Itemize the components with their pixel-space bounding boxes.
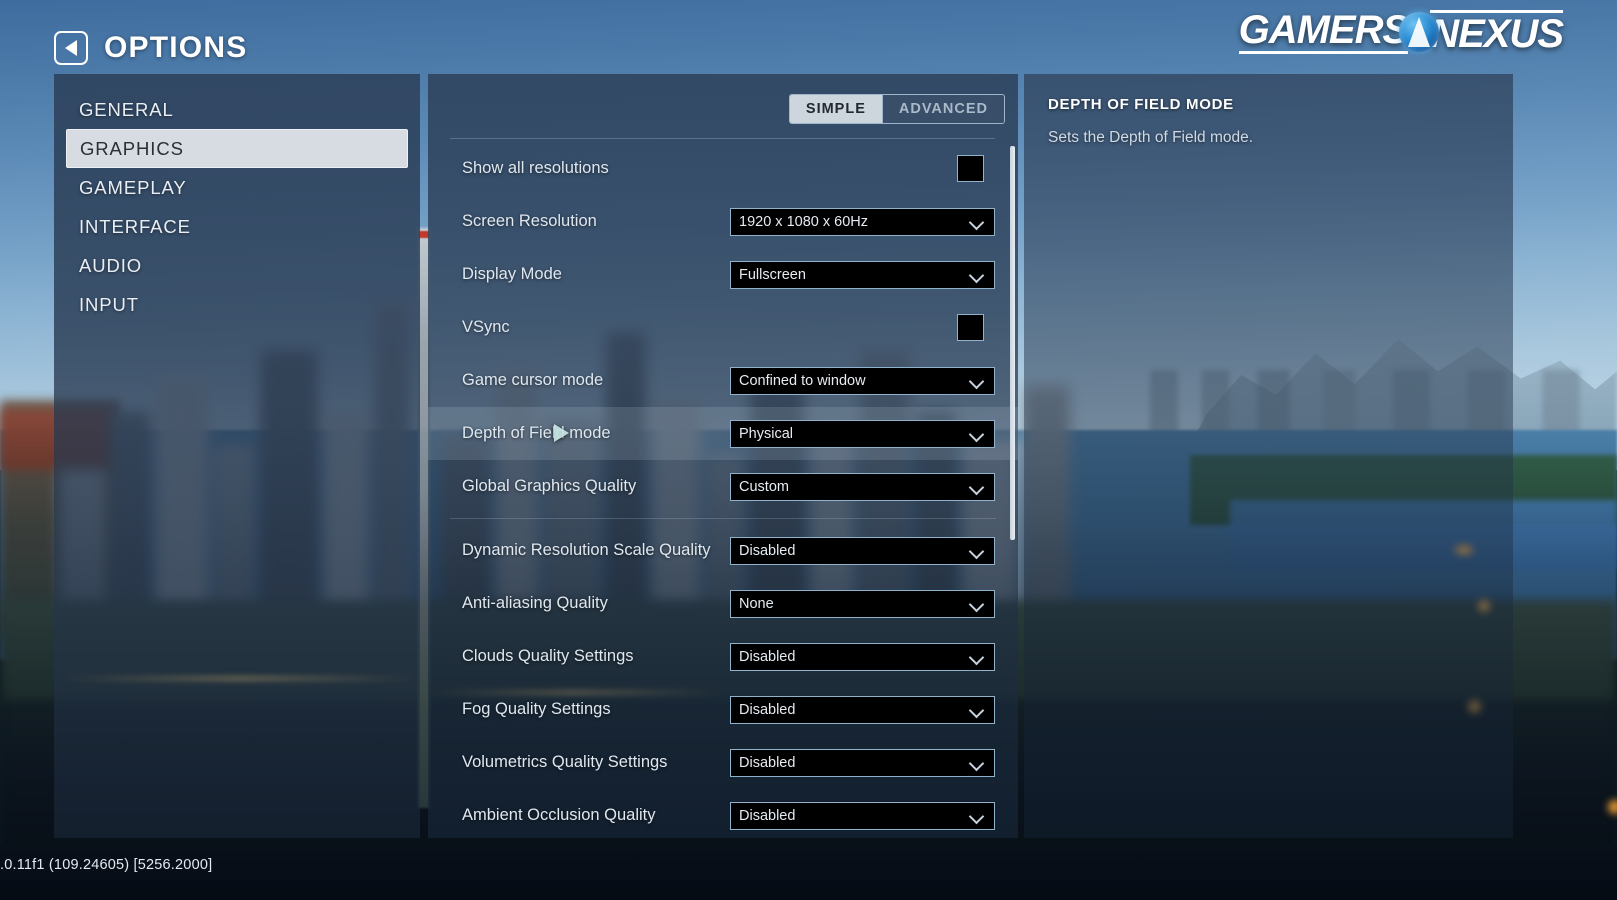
sidebar-item-label: INPUT <box>79 293 139 315</box>
setting-label: Dynamic Resolution Scale Quality <box>462 541 711 559</box>
sidebar-item-label: AUDIO <box>79 254 143 276</box>
dropdown-value: Custom <box>739 478 789 495</box>
info-panel-description: Sets the Depth of Field mode. <box>1048 129 1254 146</box>
setting-dropdown[interactable]: 1920 x 1080 x 60Hz <box>730 207 995 236</box>
setting-row[interactable]: Fog Quality Settings Disabled <box>428 683 1018 736</box>
setting-label: Anti-aliasing Quality <box>462 594 608 612</box>
sidebar-item-label: GAMEPLAY <box>79 176 187 198</box>
setting-label: Ambient Occlusion Quality <box>462 806 656 824</box>
setting-dropdown[interactable]: Disabled <box>730 748 995 777</box>
setting-dropdown[interactable]: Physical <box>730 419 995 448</box>
setting-dropdown[interactable]: None <box>730 589 995 618</box>
back-triangle-icon <box>65 40 77 56</box>
setting-row[interactable]: VSync <box>428 301 1018 354</box>
sidebar-item-label: GRAPHICS <box>80 137 184 159</box>
status-bar: .0.11f1 (109.24605) [5256.2000] <box>0 845 1617 900</box>
setting-row[interactable]: Ambient Occlusion Quality Disabled <box>428 789 1018 838</box>
setting-row[interactable]: Volumetrics Quality Settings Disabled <box>428 736 1018 789</box>
dropdown-value: Disabled <box>739 542 796 559</box>
setting-label: Depth of Field mode <box>462 424 611 442</box>
chevron-down-icon <box>968 479 985 495</box>
top-separator <box>450 138 995 139</box>
chevron-down-icon <box>968 755 985 771</box>
sidebar-item-label: INTERFACE <box>79 215 191 237</box>
dropdown-value: Disabled <box>739 754 796 771</box>
tab-simple[interactable]: SIMPLE <box>789 95 882 123</box>
setting-row[interactable]: Show all resolutions <box>428 142 1018 195</box>
row-separator <box>450 518 996 519</box>
setting-row[interactable]: Game cursor mode Confined to window <box>428 354 1018 407</box>
info-panel: DEPTH OF FIELD MODE Sets the Depth of Fi… <box>1024 74 1513 838</box>
sidebar-item-input[interactable]: INPUT <box>66 285 408 324</box>
chevron-down-icon <box>968 596 985 612</box>
setting-row[interactable]: Depth of Field mode Physical <box>428 407 1018 460</box>
chevron-down-icon <box>968 543 985 559</box>
chevron-down-icon <box>968 214 985 230</box>
setting-row[interactable]: Dynamic Resolution Scale Quality Disabled <box>428 524 1018 577</box>
setting-label: Clouds Quality Settings <box>462 647 634 665</box>
setting-label: Global Graphics Quality <box>462 477 637 495</box>
logo-word-gamers: GAMERS <box>1238 8 1409 54</box>
chevron-down-icon <box>968 426 985 442</box>
dropdown-value: Confined to window <box>739 372 866 389</box>
chevron-down-icon <box>968 267 985 283</box>
checkbox-wrapper <box>957 155 995 182</box>
chevron-down-icon <box>968 649 985 665</box>
setting-row[interactable]: Anti-aliasing Quality None <box>428 577 1018 630</box>
setting-checkbox[interactable] <box>957 314 984 341</box>
dropdown-value: Physical <box>739 425 793 442</box>
dropdown-value: 1920 x 1080 x 60Hz <box>739 213 868 230</box>
setting-label: Fog Quality Settings <box>462 700 611 718</box>
setting-dropdown[interactable]: Confined to window <box>730 366 995 395</box>
build-version-text: .0.11f1 (109.24605) [5256.2000] <box>0 857 213 873</box>
page-title: OPTIONS <box>104 31 248 64</box>
setting-row[interactable]: Screen Resolution 1920 x 1080 x 60Hz <box>428 195 1018 248</box>
setting-row[interactable]: Clouds Quality Settings Disabled <box>428 630 1018 683</box>
chevron-down-icon <box>968 373 985 389</box>
info-panel-title: DEPTH OF FIELD MODE <box>1048 96 1234 113</box>
setting-dropdown[interactable]: Custom <box>730 472 995 501</box>
setting-label: Game cursor mode <box>462 371 604 389</box>
setting-dropdown[interactable]: Disabled <box>730 695 995 724</box>
page-header: OPTIONS <box>54 31 247 65</box>
setting-label: VSync <box>462 318 510 336</box>
settings-panel: SIMPLE ADVANCED Show all resolutions Scree… <box>428 74 1018 838</box>
setting-label: Display Mode <box>462 265 562 283</box>
back-button[interactable] <box>54 31 88 65</box>
setting-label: Screen Resolution <box>462 212 597 230</box>
gamers-nexus-logo: GAMERS NEXUS <box>1238 8 1564 56</box>
setting-row[interactable]: Global Graphics Quality Custom <box>428 460 1018 513</box>
setting-checkbox[interactable] <box>957 155 984 182</box>
mode-tab-group: SIMPLE ADVANCED <box>788 94 1005 124</box>
settings-rows: Show all resolutions Screen Resolution 192… <box>428 142 1018 838</box>
options-sidebar: GENERAL GRAPHICS GAMEPLAY INTERFACE AUDIO INP… <box>54 74 420 838</box>
setting-dropdown[interactable]: Disabled <box>730 642 995 671</box>
settings-scrollbar-thumb[interactable] <box>1010 146 1015 540</box>
dropdown-value: Fullscreen <box>739 266 806 283</box>
logo-word-nexus: NEXUS <box>1430 10 1564 56</box>
sidebar-item-interface[interactable]: INTERFACE <box>66 207 408 246</box>
dropdown-value: None <box>739 595 774 612</box>
sidebar-item-gameplay[interactable]: GAMEPLAY <box>66 168 408 207</box>
sidebar-item-graphics[interactable]: GRAPHICS <box>66 129 408 168</box>
dropdown-value: Disabled <box>739 701 796 718</box>
setting-label: Show all resolutions <box>462 159 609 177</box>
setting-dropdown[interactable]: Fullscreen <box>730 260 995 289</box>
setting-dropdown[interactable]: Disabled <box>730 536 995 565</box>
sidebar-item-audio[interactable]: AUDIO <box>66 246 408 285</box>
chevron-down-icon <box>968 808 985 824</box>
dropdown-value: Disabled <box>739 807 796 824</box>
checkbox-wrapper <box>957 314 995 341</box>
dropdown-value: Disabled <box>739 648 796 665</box>
chevron-down-icon <box>968 702 985 718</box>
sidebar-item-label: GENERAL <box>79 98 174 120</box>
setting-row[interactable]: Display Mode Fullscreen <box>428 248 1018 301</box>
sidebar-item-general[interactable]: GENERAL <box>66 90 408 129</box>
tab-advanced[interactable]: ADVANCED <box>881 95 1004 123</box>
setting-label: Volumetrics Quality Settings <box>462 753 668 771</box>
gn-globe-emblem-icon <box>1399 12 1440 52</box>
setting-dropdown[interactable]: Disabled <box>730 801 995 830</box>
